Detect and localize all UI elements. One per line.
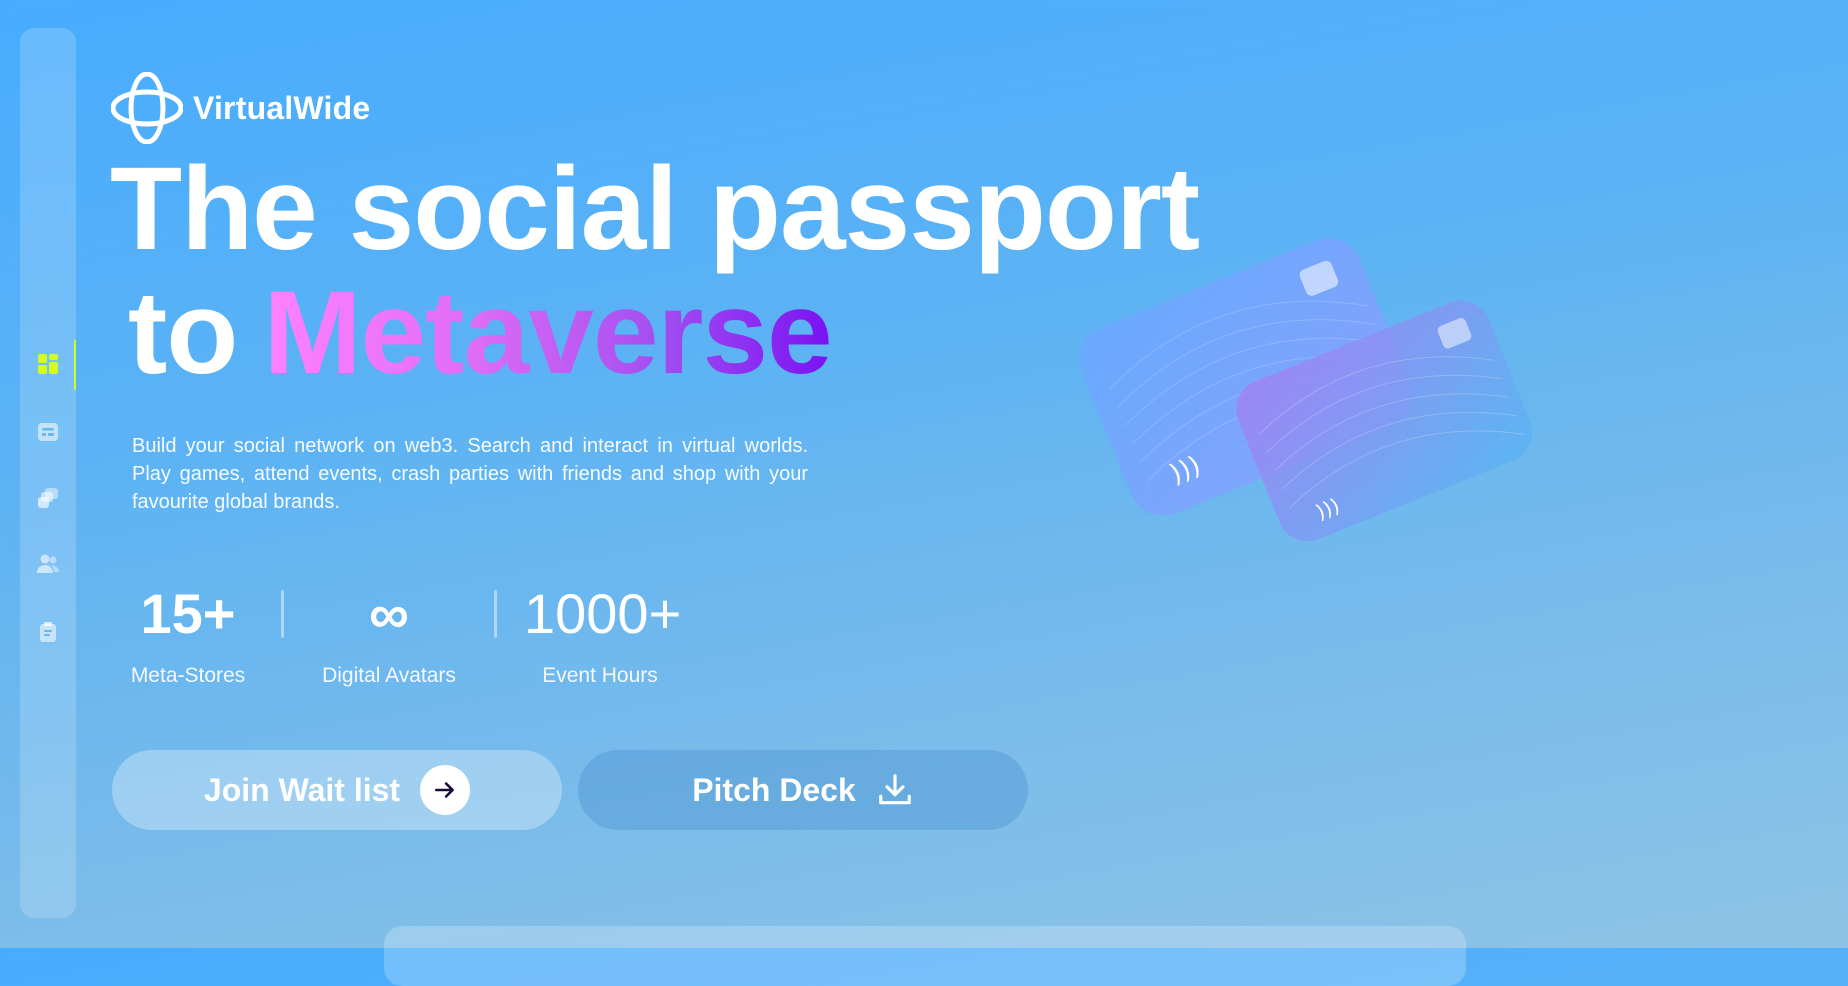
gallery-icon: [38, 488, 58, 508]
hero-title-highlight: Metaverse: [263, 267, 832, 399]
sidebar: [20, 28, 76, 918]
stat-meta-stores: 15+ Meta-Stores: [126, 580, 250, 688]
hero-description: Build your social network on web3. Searc…: [132, 435, 808, 513]
stat-divider: [281, 590, 284, 638]
sidebar-item-id-card[interactable]: [20, 408, 76, 456]
sidebar-item-users[interactable]: [20, 540, 76, 588]
arrow-right-icon: [420, 765, 471, 815]
users-icon: [37, 554, 59, 573]
hero-title-line2: to Metaverse: [128, 274, 833, 392]
stat-divider: [494, 590, 497, 638]
sidebar-item-clipboard[interactable]: [20, 608, 76, 656]
stat-digital-avatars: ∞ Digital Avatars: [314, 580, 464, 688]
stat-label: Event Hours: [542, 664, 658, 687]
download-icon: [878, 774, 911, 805]
sidebar-item-gallery[interactable]: [20, 474, 76, 522]
nft-cards-illustration: ))) ))): [1060, 220, 1580, 560]
pitch-deck-label: Pitch Deck: [692, 771, 856, 808]
stat-event-hours: 1000+ Event Hours: [524, 580, 682, 688]
brand-name: VirtualWide: [193, 89, 371, 126]
join-waitlist-label: Join Wait list: [203, 771, 401, 808]
sidebar-item-dashboard[interactable]: [20, 340, 76, 390]
stat-label: Digital Avatars: [322, 664, 456, 687]
clipboard-icon: [40, 622, 56, 642]
bottom-panel: [384, 926, 1466, 986]
hero-title-prefix: to: [128, 267, 238, 399]
id-card-icon: [38, 423, 58, 441]
stat-label: Meta-Stores: [130, 664, 246, 687]
stat-value: ∞: [369, 582, 409, 645]
stat-value: 1000+: [524, 582, 682, 645]
stat-value: 15+: [140, 582, 236, 645]
join-waitlist-button[interactable]: Join Wait list: [112, 750, 562, 830]
hero-title-line1: The social passport: [110, 143, 1200, 275]
dashboard-grid-icon: [38, 354, 58, 374]
orbit-logo-icon: [111, 72, 183, 144]
pitch-deck-button[interactable]: Pitch Deck: [578, 750, 1028, 830]
brand[interactable]: VirtualWide: [111, 72, 370, 144]
